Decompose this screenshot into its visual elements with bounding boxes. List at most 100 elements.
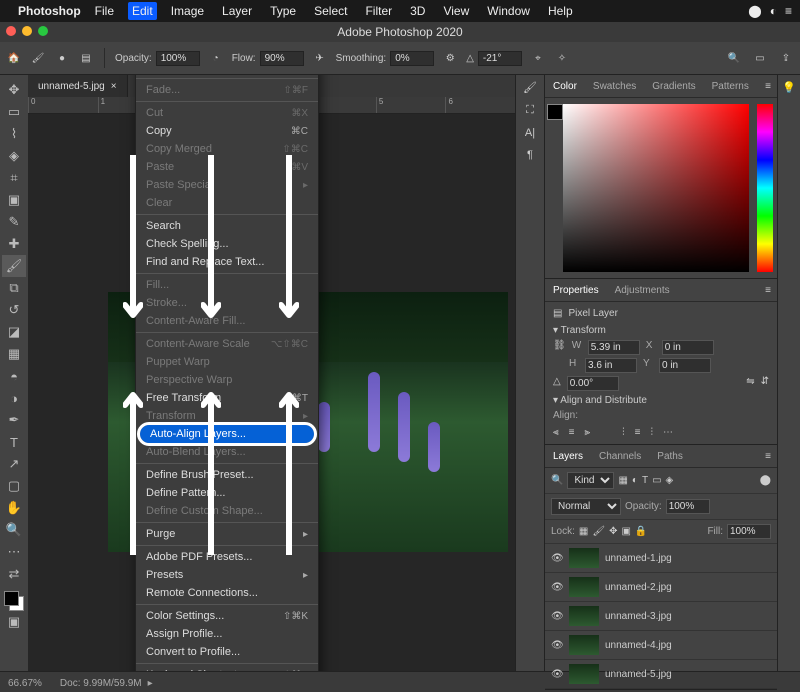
move-tool[interactable]: ✥ (2, 79, 26, 101)
menu-item[interactable]: Remote Connections... (136, 584, 318, 602)
menu-layer[interactable]: Layer (218, 2, 256, 20)
filter-type-icon[interactable]: T (642, 475, 648, 486)
tab-paths[interactable]: Paths (649, 445, 691, 467)
menu-view[interactable]: View (439, 2, 473, 20)
y-input[interactable] (659, 358, 711, 373)
color-picker[interactable] (545, 98, 777, 278)
layer-opacity[interactable] (666, 499, 710, 514)
flip-h-icon[interactable]: ⇋ (746, 376, 754, 391)
menu-3d[interactable]: 3D (406, 2, 429, 20)
align-center-v-icon[interactable]: ≡ (635, 427, 641, 438)
x-input[interactable] (662, 340, 714, 355)
filter-smart-icon[interactable]: ◈ (666, 475, 674, 486)
tab-close-icon[interactable]: × (111, 81, 117, 92)
hue-strip[interactable] (757, 104, 773, 272)
tool-more[interactable]: ⋯ (2, 541, 26, 563)
pen-tool[interactable]: ✒ (2, 409, 26, 431)
align-center-h-icon[interactable]: ≡ (569, 427, 575, 438)
character-panel-icon[interactable]: ¶ (527, 149, 533, 161)
layer-name[interactable]: unnamed-4.jpg (605, 640, 672, 651)
layer-name[interactable]: unnamed-1.jpg (605, 553, 672, 564)
filter-icon[interactable]: 🔍 (551, 475, 563, 486)
traffic-lights[interactable] (6, 26, 48, 36)
menu-image[interactable]: Image (167, 2, 208, 20)
menu-item[interactable]: Copy⌘C (136, 122, 318, 140)
app-name[interactable]: Photoshop (18, 4, 81, 18)
layer-thumbnail[interactable] (569, 548, 599, 568)
brush-settings-panel-icon[interactable]: ⛶ (526, 104, 534, 117)
height-input[interactable] (585, 358, 637, 373)
edit-toolbar[interactable]: ⇄ (2, 563, 26, 585)
visibility-icon[interactable]: 👁 (551, 611, 563, 622)
smoothing-input[interactable]: 0% (390, 51, 434, 66)
doc-size[interactable]: Doc: 9.99M/59.9M (60, 678, 142, 689)
foreground-chip[interactable] (547, 104, 563, 120)
panel-menu-icon[interactable]: ≡ (765, 451, 771, 462)
opacity-input[interactable]: 100% (156, 51, 200, 66)
menu-type[interactable]: Type (266, 2, 300, 20)
airbrush-icon[interactable]: ✈ (312, 50, 328, 66)
menu-item[interactable]: Keyboard Shortcuts...⌥⇧⌘K (136, 666, 318, 671)
close-window[interactable] (6, 26, 16, 36)
align-left-icon[interactable]: ⫷ (553, 427, 559, 438)
lock-paint-icon[interactable]: 🖌 (592, 526, 605, 537)
doc-info-chevron[interactable]: ▸ (148, 678, 153, 689)
menu-item[interactable]: Toggle Last State⌥⌘Z (136, 75, 318, 76)
color-swatches[interactable] (4, 591, 24, 611)
layer-row[interactable]: 👁 unnamed-3.jpg (545, 602, 777, 631)
panel-menu-icon[interactable]: ≡ (765, 81, 771, 92)
menu-item[interactable]: Convert to Profile... (136, 643, 318, 661)
blur-tool[interactable]: ◓ (2, 365, 26, 387)
align-section[interactable]: ▾ Align and Distribute (553, 395, 769, 406)
dodge-tool[interactable]: ◑ (2, 387, 26, 409)
layer-row[interactable]: 👁unnamed-1.jpg (545, 544, 777, 573)
eraser-tool[interactable]: ◪ (2, 321, 26, 343)
lock-position-icon[interactable]: ✥ (609, 526, 617, 537)
filter-pixel-icon[interactable]: ▦ (618, 475, 627, 486)
zoom-window[interactable] (38, 26, 48, 36)
document-tab[interactable]: unnamed-5.jpg × (28, 75, 128, 97)
transform-section[interactable]: ▾ Transform (553, 325, 769, 336)
symmetry-icon[interactable]: ✧ (554, 50, 570, 66)
brush-tool[interactable]: 🖌 (2, 255, 26, 277)
crop-tool[interactable]: ⌗ (2, 167, 26, 189)
pressure-opacity-icon[interactable]: ◔ (208, 50, 224, 66)
filter-kind[interactable]: Kind (567, 472, 614, 489)
layer-row[interactable]: 👁unnamed-5.jpg (545, 660, 777, 689)
align-bottom-icon[interactable]: ⫶ (650, 427, 653, 438)
healing-tool[interactable]: ✚ (2, 233, 26, 255)
layer-thumbnail[interactable] (569, 606, 599, 626)
eyedropper-tool[interactable]: ✎ (2, 211, 26, 233)
libraries-icon[interactable]: 💡 (782, 81, 796, 94)
layer-name[interactable]: unnamed-3.jpg (605, 611, 672, 622)
visibility-icon[interactable]: 👁 (551, 582, 563, 593)
layer-thumbnail[interactable] (569, 577, 599, 597)
width-input[interactable] (588, 340, 640, 355)
stamp-tool[interactable]: ⧉ (2, 277, 26, 299)
brush-tool-icon[interactable]: 🖌 (30, 50, 46, 66)
menu-filter[interactable]: Filter (361, 2, 396, 20)
blend-mode[interactable]: Normal (551, 498, 621, 515)
menu-file[interactable]: File (91, 2, 118, 20)
path-tool[interactable]: ↗ (2, 453, 26, 475)
layer-name[interactable]: unnamed-2.jpg (605, 582, 672, 593)
filter-shape-icon[interactable]: ▭ (652, 475, 661, 486)
layer-name[interactable]: unnamed-5.jpg (605, 669, 672, 680)
rotation-input[interactable] (567, 376, 619, 391)
menu-item[interactable]: Presets▸ (136, 566, 318, 584)
layer-row[interactable]: 👁 unnamed-2.jpg (545, 573, 777, 602)
zoom-tool[interactable]: 🔍 (2, 519, 26, 541)
link-wh-icon[interactable]: ⛓ (553, 340, 566, 355)
menu-item[interactable]: Assign Profile... (136, 625, 318, 643)
history-brush-tool[interactable]: ↺ (2, 299, 26, 321)
filter-adj-icon[interactable]: ◐ (632, 475, 638, 486)
marquee-tool[interactable]: ▭ (2, 101, 26, 123)
filter-toggle[interactable]: ⬤ (760, 475, 771, 486)
menu-window[interactable]: Window (483, 2, 534, 20)
layer-thumbnail[interactable] (569, 664, 599, 684)
minimize-window[interactable] (22, 26, 32, 36)
smoothing-options-icon[interactable]: ⚙ (442, 50, 458, 66)
layer-fill[interactable] (727, 524, 771, 539)
lock-artboard-icon[interactable]: ▣ (621, 526, 630, 537)
layer-row[interactable]: 👁unnamed-4.jpg (545, 631, 777, 660)
